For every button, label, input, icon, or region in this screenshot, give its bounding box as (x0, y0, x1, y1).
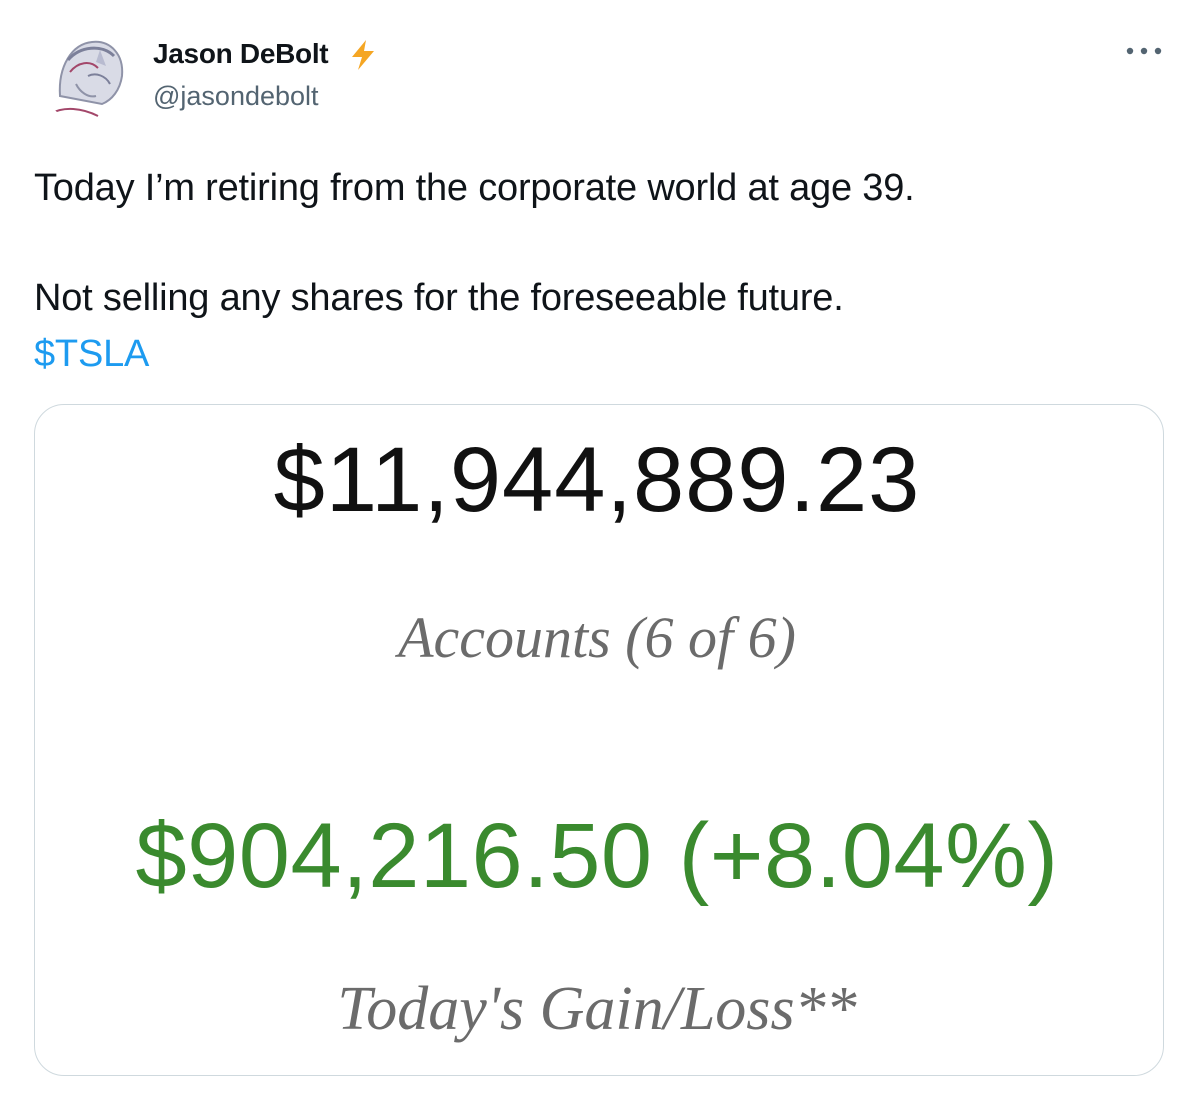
cashtag-link[interactable]: $TSLA (34, 333, 149, 375)
todays-gain-label: Today's Gain/Loss** (337, 975, 857, 1043)
todays-gain-value: $904,216.50 (+8.04%) (135, 805, 1059, 907)
avatar-image (40, 26, 138, 124)
tweet-text: Today I’m retiring from the corporate wo… (34, 160, 1164, 382)
more-dots-icon (1126, 47, 1162, 55)
author-handle[interactable]: @jasondebolt (153, 79, 319, 113)
tweet: Jason DeBolt @jasondebolt Today I’m reti… (0, 0, 1194, 1104)
author-display-name[interactable]: Jason DeBolt (153, 36, 329, 72)
tweet-text-line: Today I’m retiring from the corporate wo… (34, 167, 915, 209)
avatar[interactable] (40, 26, 138, 124)
account-balance: $11,944,889.23 (273, 429, 921, 531)
lightning-bolt-icon (352, 40, 374, 70)
more-options-button[interactable] (1122, 36, 1166, 66)
accounts-label: Accounts (6 of 6) (398, 605, 796, 670)
tweet-text-line: Not selling any shares for the foreseeab… (34, 277, 844, 319)
